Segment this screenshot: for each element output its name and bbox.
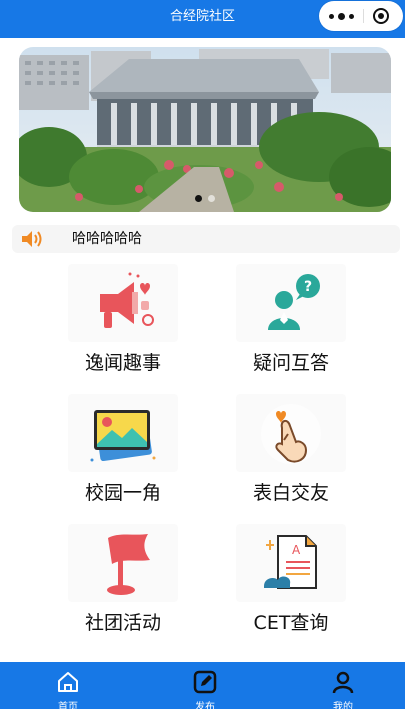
indicator-dot[interactable] [208, 195, 215, 202]
grid-item-clubs[interactable]: 社团活动 [68, 524, 178, 638]
tab-label: 我的 [333, 702, 353, 713]
miniprogram-capsule [319, 1, 403, 31]
grid-item-campus-corner[interactable]: 校园一角 [68, 394, 178, 508]
grid-item-label: 表白交友 [252, 482, 329, 504]
home-icon [58, 672, 78, 692]
finger-heart-icon [236, 394, 346, 472]
grid-item-label: 逸闻趣事 [84, 352, 161, 374]
carousel-indicators [19, 195, 391, 202]
grid-item-label: 校园一角 [84, 482, 161, 504]
tab-bar: 首页 发布 我的 [0, 662, 405, 713]
notice-text: 哈哈哈哈哈 [72, 231, 142, 247]
capsule-divider [363, 9, 364, 23]
indicator-dot-active[interactable] [195, 195, 202, 202]
grid-item-qa[interactable]: ? 疑问互答 [236, 264, 346, 378]
navigation-bar: 合经院社区 [0, 0, 405, 38]
question-person-icon: ? [236, 264, 346, 342]
grid-item-label: CET查询 [253, 612, 329, 634]
banner-carousel[interactable] [19, 47, 391, 212]
grid-item-confession[interactable]: 表白交友 [236, 394, 346, 508]
tab-publish[interactable]: 发布 [155, 662, 255, 713]
svg-text:?: ? [304, 279, 312, 295]
user-icon [332, 671, 354, 694]
flag-icon [68, 524, 178, 602]
notice-bar[interactable]: 哈哈哈哈哈 [12, 225, 400, 253]
picture-icon [68, 394, 178, 472]
grid-item-anecdotes[interactable]: 逸闻趣事 [68, 264, 178, 378]
svg-text:A: A [292, 543, 301, 557]
campus-photo [19, 47, 391, 212]
edit-icon [193, 670, 217, 694]
speaker-icon [22, 231, 42, 247]
close-icon[interactable] [373, 8, 389, 24]
grid-item-label: 疑问互答 [252, 352, 329, 374]
document-icon: A [236, 524, 346, 602]
grid-item-cet-query[interactable]: A CET查询 [236, 524, 346, 638]
tab-label: 发布 [195, 702, 215, 713]
grid-item-label: 社团活动 [84, 612, 161, 634]
tab-home[interactable]: 首页 [18, 662, 118, 713]
megaphone-icon [68, 264, 178, 342]
tab-mine[interactable]: 我的 [293, 662, 393, 713]
more-icon[interactable] [319, 1, 363, 31]
tab-label: 首页 [58, 702, 78, 713]
